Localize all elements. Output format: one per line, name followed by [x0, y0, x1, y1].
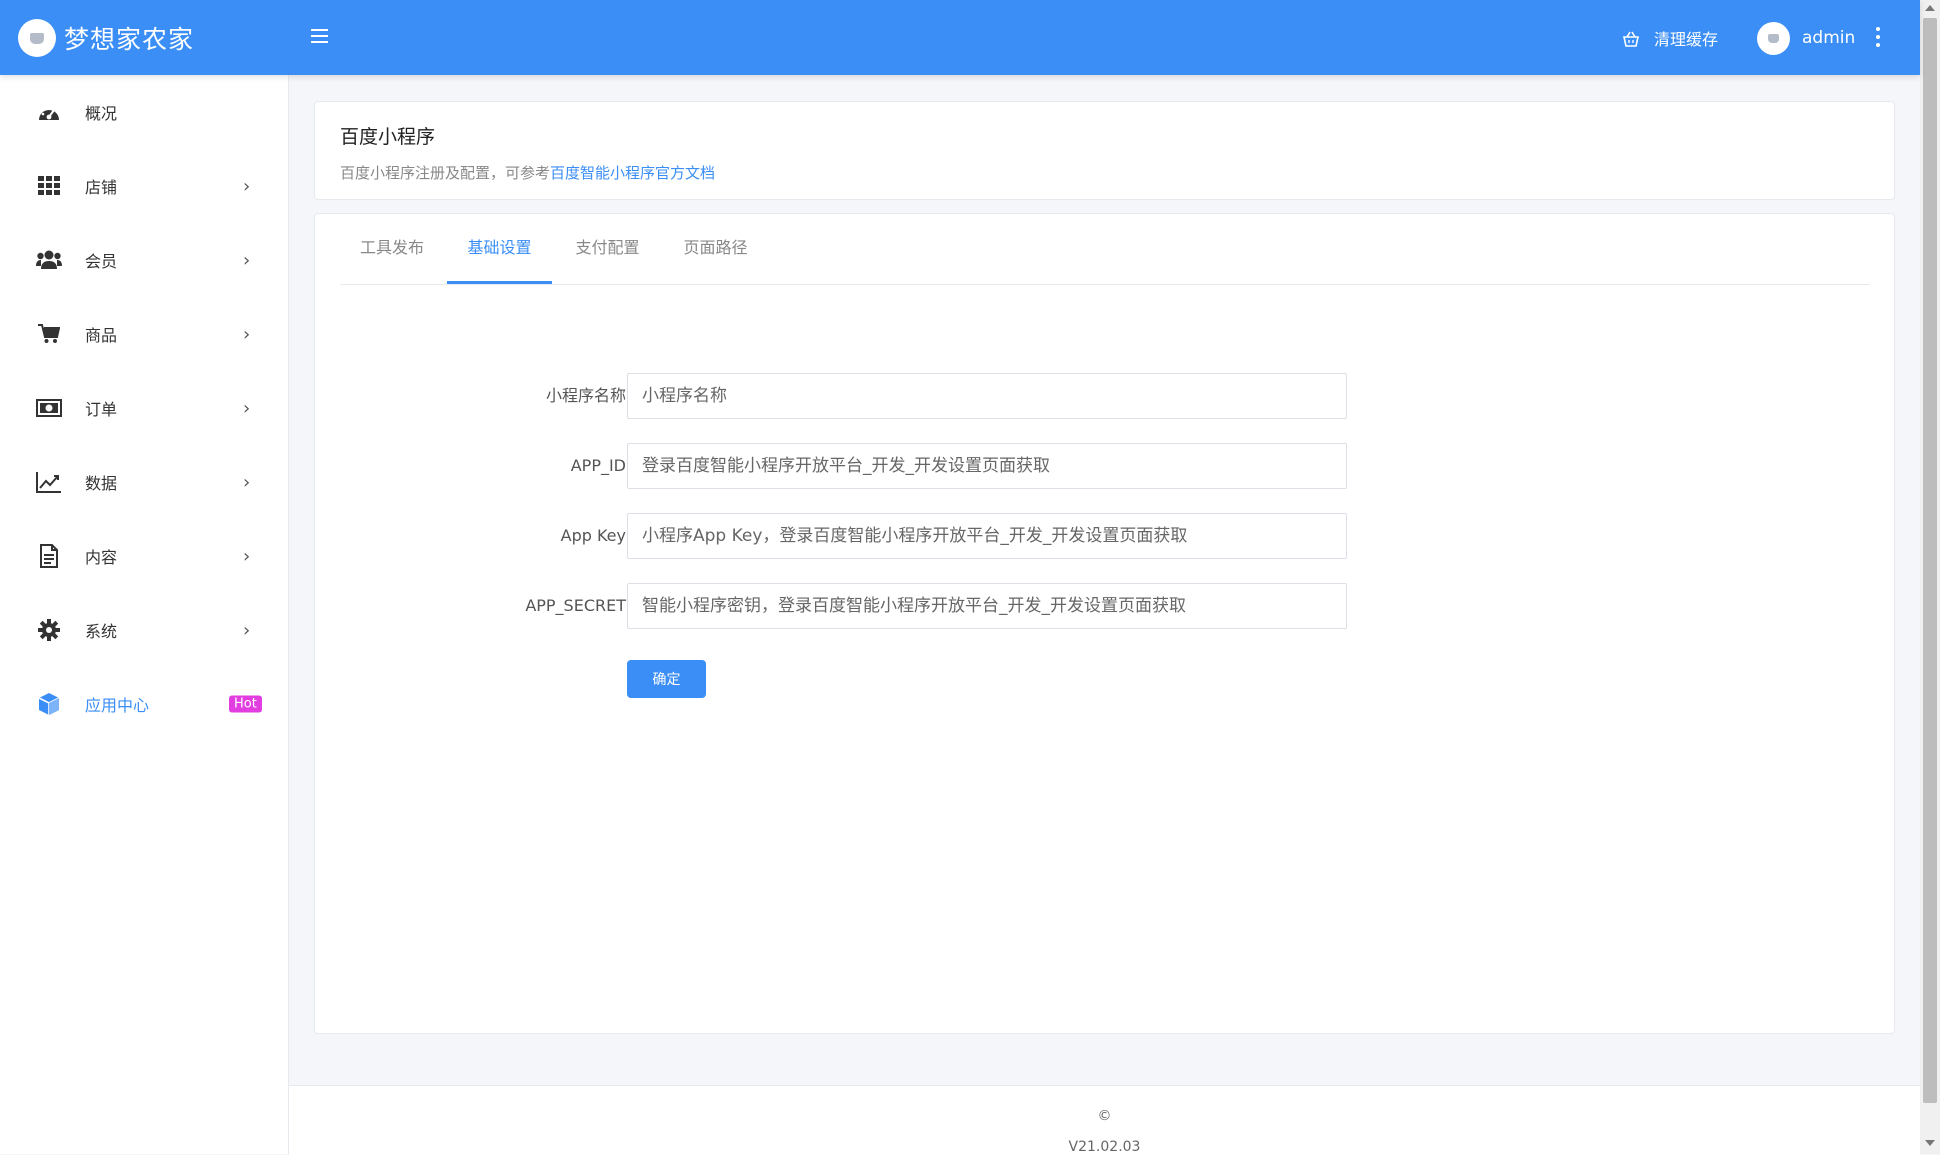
tab-page-paths[interactable]: 页面路径: [663, 214, 768, 282]
form-row-app-key: App Key: [315, 513, 1894, 559]
sidebar-item-store[interactable]: 店铺 ›: [0, 149, 288, 223]
sidebar-item-members[interactable]: 会员 ›: [0, 223, 288, 297]
chevron-right-icon: ›: [243, 323, 251, 345]
top-navbar: 梦想家农家 清理缓存 admin: [0, 0, 1920, 75]
basket-icon: [1623, 31, 1639, 47]
sidebar-item-label: 应用中心: [85, 696, 150, 715]
sidebar-item-label: 概况: [85, 104, 118, 123]
username: admin: [1802, 28, 1856, 48]
tab-bar: 工具发布 基础设置 支付配置 页面路径: [340, 214, 1870, 285]
scroll-up-icon[interactable]: [1925, 5, 1935, 11]
sidebar-item-orders[interactable]: 订单 ›: [0, 371, 288, 445]
chevron-right-icon: ›: [243, 545, 251, 567]
more-vertical-icon[interactable]: [1875, 27, 1881, 49]
app-key-label: App Key: [560, 526, 626, 545]
money-bill-icon: [36, 396, 62, 420]
sidebar-item-label: 内容: [85, 548, 118, 567]
grid-icon: [36, 174, 62, 198]
chevron-right-icon: ›: [243, 397, 251, 419]
chevron-right-icon: ›: [243, 471, 251, 493]
app-key-input[interactable]: [627, 513, 1347, 559]
sidebar-item-label: 商品: [85, 326, 118, 345]
sidebar-item-products[interactable]: 商品 ›: [0, 297, 288, 371]
form-row-app-id: APP_ID: [315, 443, 1894, 489]
page-description: 百度小程序注册及配置，可参考百度智能小程序官方文档: [340, 162, 715, 183]
page-header: 百度小程序 百度小程序注册及配置，可参考百度智能小程序官方文档: [314, 101, 1895, 200]
dashboard-icon: [36, 100, 62, 124]
scroll-thumb[interactable]: [1923, 18, 1937, 1103]
app-name-input[interactable]: [627, 373, 1347, 419]
doc-link[interactable]: 百度智能小程序官方文档: [550, 164, 715, 182]
clear-cache-button[interactable]: 清理缓存: [1622, 24, 1718, 52]
chevron-right-icon: ›: [243, 249, 251, 271]
hot-badge: Hot: [229, 695, 262, 713]
tab-basic-settings[interactable]: 基础设置: [447, 214, 552, 284]
version: V21.02.03: [1068, 1139, 1141, 1155]
form-row-app-secret: APP_SECRET: [315, 583, 1894, 629]
app-id-label: APP_ID: [570, 456, 626, 475]
form-row-app-name: 小程序名称: [315, 373, 1894, 419]
sidebar-item-label: 订单: [85, 400, 118, 419]
user-menu[interactable]: admin: [1757, 21, 1855, 55]
sidebar-item-label: 系统: [85, 622, 118, 641]
sidebar-item-label: 会员: [85, 252, 118, 271]
gear-icon: [36, 618, 62, 642]
footer: © V21.02.03: [289, 1085, 1920, 1155]
scroll-down-icon[interactable]: [1925, 1140, 1935, 1146]
line-chart-icon: [36, 470, 62, 494]
sidebar-item-label: 店铺: [85, 178, 118, 197]
app-secret-input[interactable]: [627, 583, 1347, 629]
app-id-input[interactable]: [627, 443, 1347, 489]
tab-payment-config[interactable]: 支付配置: [555, 214, 660, 282]
scrollbar[interactable]: [1920, 0, 1940, 1154]
app-name-label: 小程序名称: [545, 386, 626, 405]
cube-icon: [36, 692, 62, 716]
users-icon: [36, 248, 62, 272]
sidebar-item-data[interactable]: 数据 ›: [0, 445, 288, 519]
app-secret-label: APP_SECRET: [525, 596, 626, 615]
cart-icon: [36, 322, 62, 346]
tab-tool-publish[interactable]: 工具发布: [340, 214, 444, 282]
clear-cache-label: 清理缓存: [1654, 30, 1719, 49]
brand[interactable]: 梦想家农家: [18, 18, 194, 58]
page-title: 百度小程序: [340, 126, 436, 148]
avatar: [1757, 21, 1790, 55]
logo-icon: [18, 19, 56, 57]
sidebar-item-overview[interactable]: 概况: [0, 75, 288, 149]
page-description-text: 百度小程序注册及配置，可参考: [340, 164, 551, 182]
sidebar-item-system[interactable]: 系统 ›: [0, 593, 288, 667]
confirm-button[interactable]: 确定: [627, 660, 706, 698]
copyright: ©: [1097, 1108, 1112, 1124]
sidebar-item-content[interactable]: 内容 ›: [0, 519, 288, 593]
sidebar-item-label: 数据: [85, 474, 118, 493]
sidebar: 概况 店铺 › 会员 › 商品 › 订单 › 数据 › 内容 › 系统 › 应用…: [0, 75, 289, 1154]
document-icon: [36, 544, 62, 568]
settings-card: 工具发布 基础设置 支付配置 页面路径 小程序名称 APP_ID App Key…: [314, 213, 1895, 1034]
main-content: 百度小程序 百度小程序注册及配置，可参考百度智能小程序官方文档 工具发布 基础设…: [289, 75, 1920, 1155]
chevron-right-icon: ›: [243, 619, 251, 641]
sidebar-item-app-center[interactable]: 应用中心 Hot: [0, 667, 288, 741]
app-title: 梦想家农家: [64, 25, 195, 54]
chevron-right-icon: ›: [243, 175, 251, 197]
menu-toggle-icon[interactable]: [311, 29, 328, 45]
